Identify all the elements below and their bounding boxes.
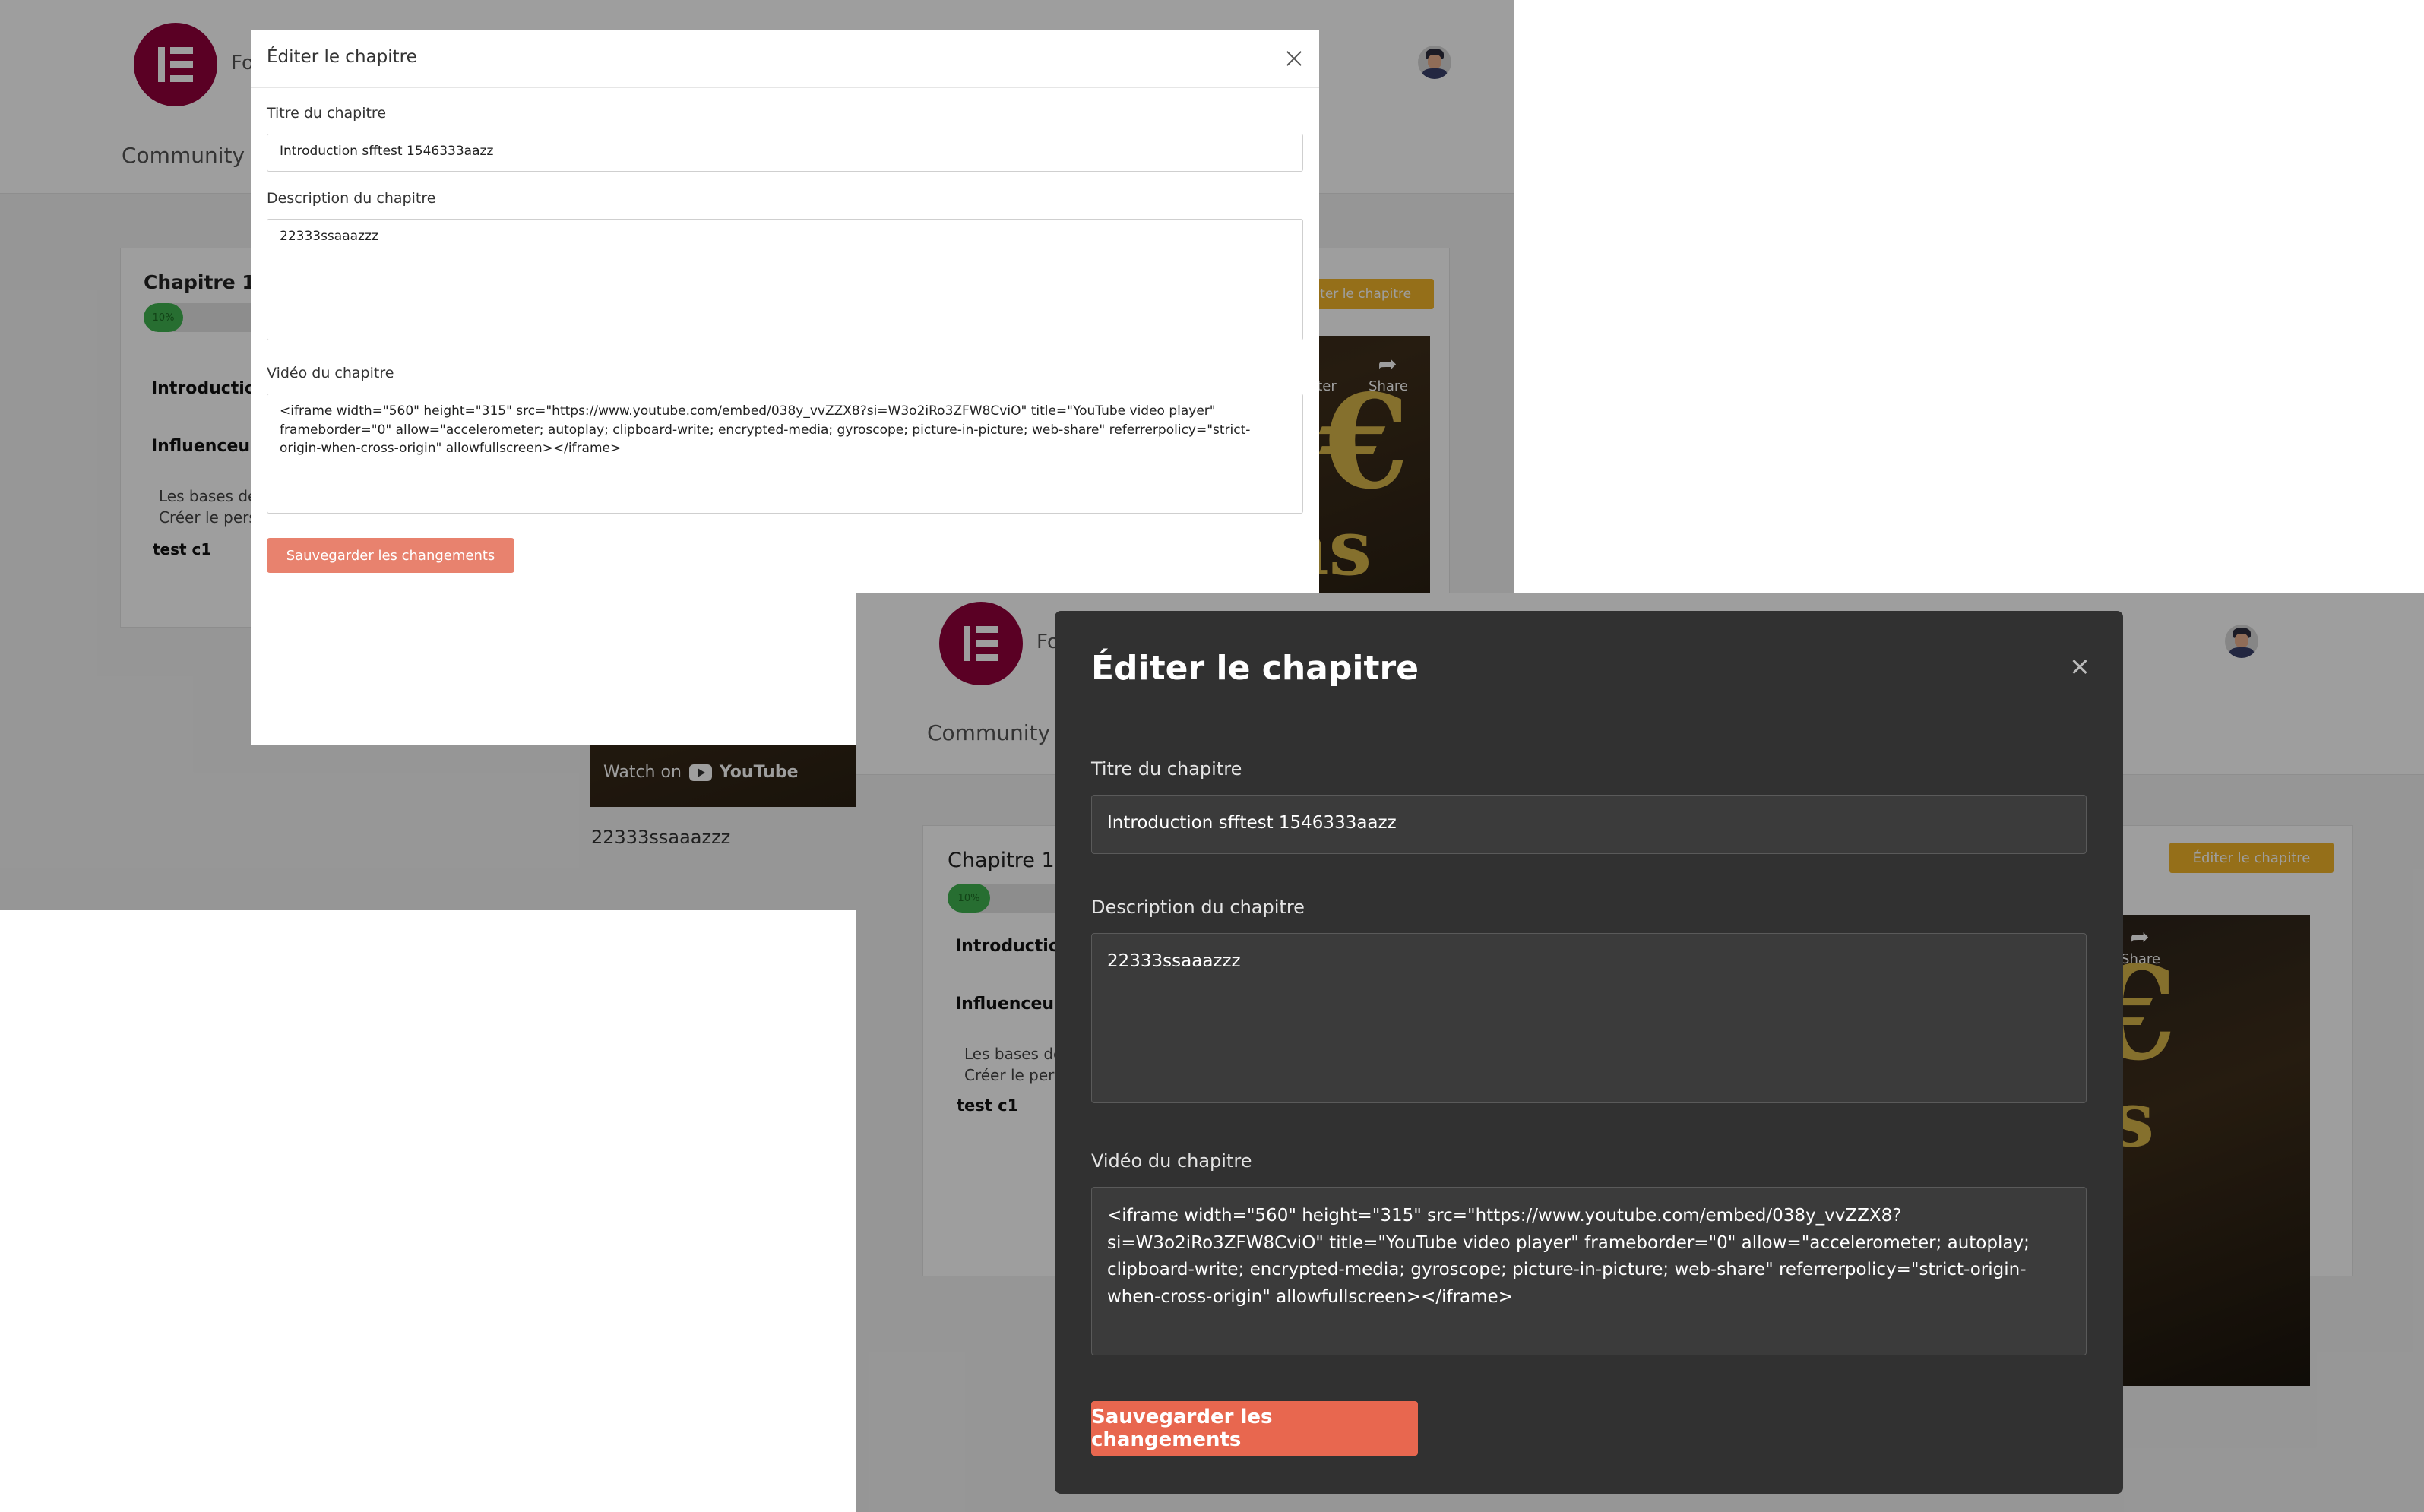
modal-title: Éditer le chapitre <box>1091 649 1419 688</box>
description-field-label: Description du chapitre <box>1091 897 1305 918</box>
chapter-description-textarea[interactable]: 22333ssaaazzz <box>267 219 1303 340</box>
chapter-description-textarea[interactable]: 22333ssaaazzz <box>1091 933 2087 1103</box>
description-field-label: Description du chapitre <box>267 190 436 207</box>
chapter-title-input[interactable]: Introduction sfftest 1546333aazz <box>1091 795 2087 854</box>
save-changes-button[interactable]: Sauvegarder les changements <box>267 538 514 573</box>
edit-chapter-modal-dark: Éditer le chapitre .mdark .close-x::befo… <box>1055 611 2123 1494</box>
chapter-title-input[interactable]: Introduction sfftest 1546333aazz <box>267 134 1303 172</box>
video-field-label: Vidéo du chapitre <box>267 365 394 381</box>
title-field-label: Titre du chapitre <box>1091 758 1242 780</box>
video-field-label: Vidéo du chapitre <box>1091 1150 1252 1172</box>
close-icon[interactable]: .mdark .close-x::before, .mdark .close-x… <box>2068 655 2091 678</box>
screenshot-dark: Fo Community Chapitre 1 : 10% Introducti… <box>856 593 2424 1512</box>
chapter-video-textarea[interactable]: <iframe width="560" height="315" src="ht… <box>1091 1187 2087 1355</box>
title-field-label: Titre du chapitre <box>267 105 387 122</box>
modal-header: Éditer le chapitre .mlight .close-x::bef… <box>251 30 1319 88</box>
chapter-video-textarea[interactable]: <iframe width="560" height="315" src="ht… <box>267 394 1303 514</box>
save-changes-button[interactable]: Sauvegarder les changements <box>1091 1401 1418 1456</box>
modal-title: Éditer le chapitre <box>267 47 417 67</box>
close-icon[interactable]: .mlight .close-x::before, .mlight .close… <box>1283 47 1305 70</box>
